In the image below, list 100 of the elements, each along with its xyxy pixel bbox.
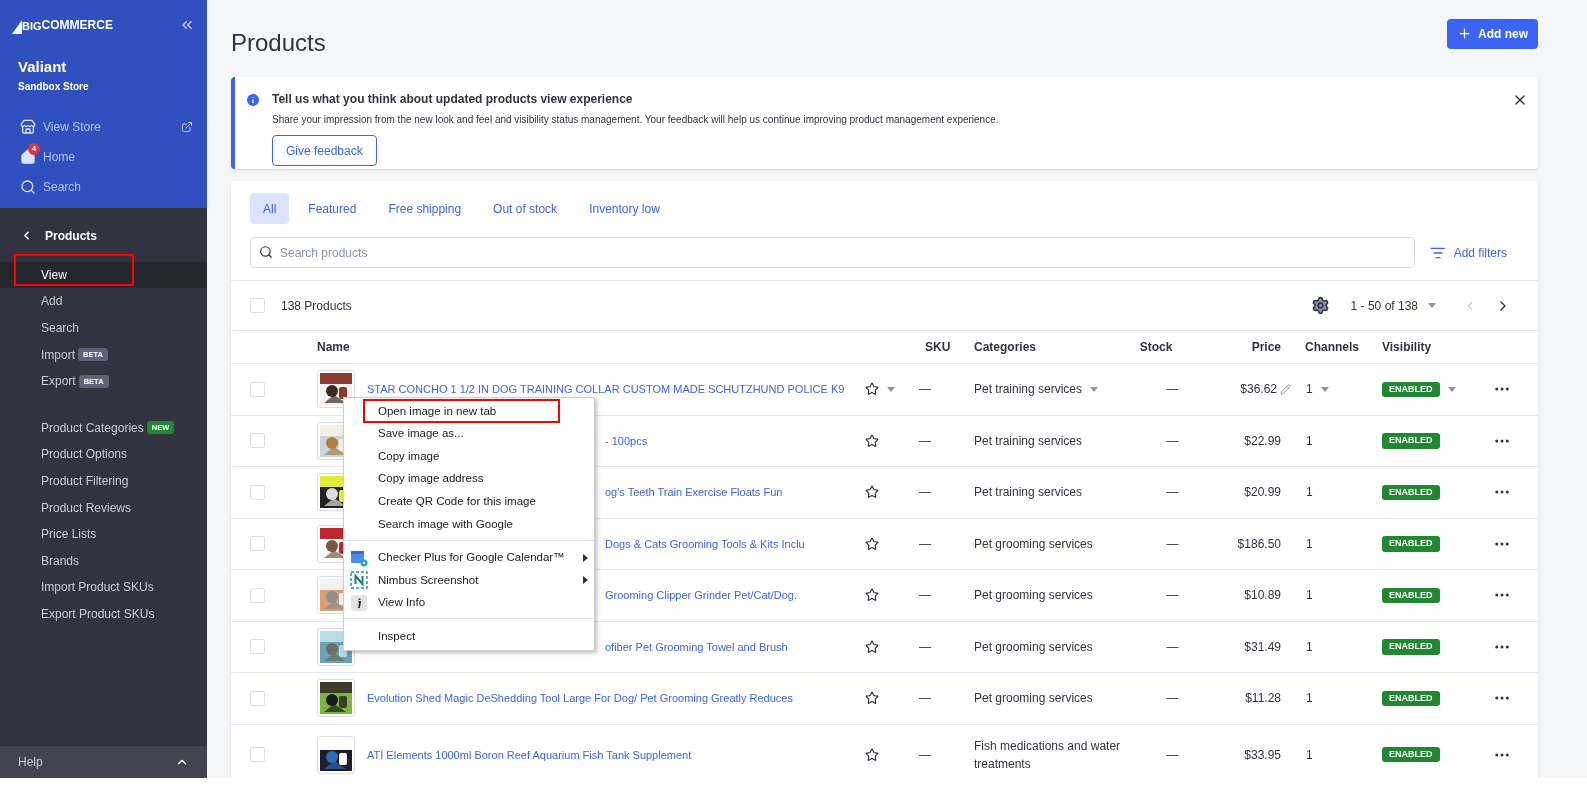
sidebar-item[interactable]: Product Categories xyxy=(41,418,144,437)
sku-cell-text: — xyxy=(918,484,932,502)
sidebar-link[interactable]: View Store xyxy=(43,117,101,136)
star-icon[interactable] xyxy=(865,639,879,654)
menu-item[interactable]: Create QR Code for this image xyxy=(378,493,536,511)
row-checkbox[interactable] xyxy=(250,747,265,762)
category-cell-text: Pet training services xyxy=(974,432,1083,450)
menu-item[interactable]: Open image in new tab xyxy=(378,402,497,420)
status-badge: ENABLED xyxy=(1382,381,1440,397)
row-checkbox[interactable] xyxy=(250,639,265,655)
column-header: SKU xyxy=(924,339,952,356)
star-icon[interactable] xyxy=(865,691,879,706)
sidebar-item[interactable]: View xyxy=(41,265,67,284)
status-badge: ENABLED xyxy=(1382,433,1440,449)
status-badge: ENABLED xyxy=(1382,536,1440,552)
filter-tab[interactable]: Out of stock xyxy=(480,193,571,224)
status-badge: ENABLED xyxy=(1382,639,1440,655)
notification-badge: 4 xyxy=(28,142,40,155)
category-cell-text: Pet training services xyxy=(974,381,1083,399)
product-name-link[interactable]: Grooming Clipper Grinder Pet/Cat/Dog. xyxy=(605,589,797,602)
product-name-link[interactable]: STAR CONCHO 1 1/2 IN DOG TRAINING COLLAR CUSTOM MADE SCHUTZHUND POLICE K9 xyxy=(367,383,845,396)
filter-tab[interactable]: Featured xyxy=(295,193,370,224)
price-cell-text: $186.50 xyxy=(1237,535,1281,553)
star-icon[interactable] xyxy=(865,536,879,551)
channels-cell-text: 1 xyxy=(1306,746,1313,764)
page-title: Products xyxy=(231,27,326,58)
star-icon[interactable] xyxy=(865,485,879,500)
product-name-link[interactable]: ATI Elements 1000ml Boron Reef Aquarium Fish Tank Supplement xyxy=(367,748,692,761)
product-name-link[interactable]: Dogs & Cats Grooming Tools & Kits Inclu xyxy=(605,537,805,550)
filter-tab[interactable]: All xyxy=(250,193,290,224)
sidebar-item[interactable]: Brands xyxy=(41,551,80,570)
sidebar-item[interactable]: Search xyxy=(41,319,80,337)
column-header: Visibility xyxy=(1381,339,1433,356)
row-checkbox[interactable] xyxy=(250,484,265,500)
give-feedback-button[interactable]: Give feedback xyxy=(272,135,377,166)
column-header: Name xyxy=(317,339,351,356)
stock-cell-text: — xyxy=(1165,432,1179,450)
star-icon[interactable] xyxy=(865,433,879,448)
price-cell-text: $31.49 xyxy=(1244,638,1281,656)
menu-item[interactable]: Save image as... xyxy=(378,425,464,443)
menu-item[interactable]: Checker Plus for Google Calendar™ xyxy=(378,549,565,567)
store-name: Valiant xyxy=(18,57,68,77)
row-checkbox[interactable] xyxy=(250,587,265,603)
menu-item[interactable]: Search image with Google xyxy=(378,515,513,533)
filter-tab[interactable]: Free shipping xyxy=(375,193,475,224)
banner-title: Tell us what you think about updated products view experience xyxy=(272,91,634,108)
product-name-link[interactable]: - 100pcs xyxy=(605,434,648,447)
star-icon[interactable] xyxy=(865,747,879,762)
sidebar-item[interactable]: Product Filtering xyxy=(41,471,129,490)
sidebar-item[interactable]: Product Reviews xyxy=(41,498,132,517)
section-title: Products xyxy=(45,227,97,245)
row-checkbox[interactable] xyxy=(250,690,265,706)
row-checkbox[interactable] xyxy=(250,433,265,449)
column-header: Channels xyxy=(1304,339,1360,356)
plus-icon xyxy=(1457,26,1472,41)
sidebar-item[interactable]: Add xyxy=(41,292,63,311)
add-new-button[interactable]: Add new xyxy=(1447,18,1538,49)
info-icon xyxy=(350,594,368,613)
select-all-checkbox[interactable] xyxy=(250,298,265,313)
product-name-link[interactable]: ofiber Pet Grooming Towel and Brush xyxy=(605,640,788,653)
help-label[interactable]: Help xyxy=(18,753,43,771)
sidebar-link[interactable]: Search xyxy=(43,177,82,196)
stock-cell-text: — xyxy=(1165,746,1179,764)
product-count: 138 Products xyxy=(281,297,352,315)
product-name-link[interactable]: og's Teeth Train Exercise Floats Fun xyxy=(605,486,783,499)
settings-icon[interactable] xyxy=(1310,296,1330,315)
sidebar-item[interactable]: Import xyxy=(41,345,75,364)
star-icon[interactable] xyxy=(865,588,879,603)
column-header: Price xyxy=(1251,339,1281,356)
status-badge: ENABLED xyxy=(1382,484,1440,500)
menu-item[interactable]: Nimbus Screenshot xyxy=(378,571,479,590)
nimbus-icon xyxy=(350,571,368,590)
filter-tab[interactable]: Inventory low xyxy=(576,193,673,224)
sidebar-item[interactable]: Export Product SKUs xyxy=(41,604,155,623)
menu-item[interactable]: Inspect xyxy=(378,628,416,646)
calendar-icon xyxy=(350,548,368,567)
category-cell-text: Pet grooming services xyxy=(974,638,1093,656)
row-checkbox[interactable] xyxy=(250,536,265,552)
star-icon[interactable] xyxy=(865,382,879,397)
menu-item[interactable]: Copy image xyxy=(378,447,440,466)
submenu-arrow-icon xyxy=(583,553,588,562)
sidebar-link[interactable]: Home xyxy=(43,147,75,166)
caret-icon xyxy=(1320,386,1329,392)
channels-cell-text: 1 xyxy=(1306,484,1313,502)
sidebar-item[interactable]: Export xyxy=(41,372,76,391)
sidebar-item[interactable]: Price Lists xyxy=(41,525,97,544)
menu-item[interactable]: View Info xyxy=(378,594,426,612)
product-name-link[interactable]: Evolution Shed Magic DeShedding Tool Large For Dog/ Pet Grooming Greatly Reduces xyxy=(367,692,793,705)
search-field[interactable]: Search products xyxy=(250,237,1415,268)
row-checkbox[interactable] xyxy=(250,381,265,397)
stock-cell-text: — xyxy=(1165,587,1179,605)
external-link-icon[interactable] xyxy=(181,120,193,133)
status-badge: ENABLED xyxy=(1382,690,1440,706)
stock-cell-text: — xyxy=(1165,535,1179,553)
sku-cell-text: — xyxy=(918,587,932,605)
menu-item[interactable]: Copy image address xyxy=(378,470,484,488)
channels-cell-text: 1 xyxy=(1306,690,1313,708)
sidebar-item[interactable]: Import Product SKUs xyxy=(41,578,154,597)
add-filters-button[interactable]: Add filters xyxy=(1429,243,1507,262)
sidebar-item[interactable]: Product Options xyxy=(41,445,128,464)
